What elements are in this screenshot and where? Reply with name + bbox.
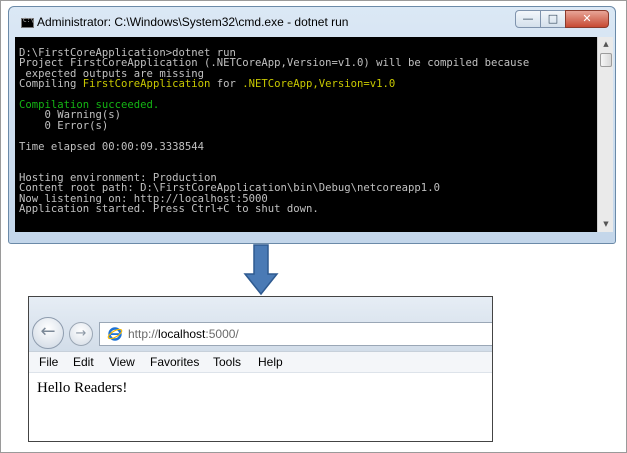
hello-text: Hello Readers! (37, 380, 128, 396)
console-text-segment: Application started. Press Ctrl+C to shu… (19, 203, 319, 216)
close-button[interactable]: ✕ (565, 10, 609, 28)
back-arrow-icon: ← (40, 321, 56, 342)
url-text[interactable]: http://localhost:5000/ (128, 327, 239, 341)
console-line: Time elapsed 00:00:09.3338544 (19, 140, 597, 153)
scrollbar-thumb[interactable] (600, 53, 612, 67)
console-text-segment: Time elapsed 00:00:09.3338544 (19, 140, 204, 153)
console-line: Compiling FirstCoreApplication for .NETC… (19, 78, 597, 91)
console-scrollbar[interactable]: ▲ ▼ (597, 37, 613, 232)
address-bar[interactable]: http://localhost:5000/ (99, 322, 492, 346)
menu-file[interactable]: File (39, 352, 58, 372)
menu-tools[interactable]: Tools (213, 352, 241, 372)
window-controls: — □ ✕ (515, 10, 609, 28)
console-output[interactable]: D:\FirstCoreApplication>dotnet run Projec… (15, 37, 597, 232)
menu-bar: File Edit View Favorites Tools Help (29, 351, 492, 373)
menu-favorites[interactable]: Favorites (150, 352, 199, 372)
internet-explorer-icon (107, 327, 123, 341)
console-text-segment: Compiling (19, 78, 83, 91)
forward-arrow-icon: → (75, 326, 87, 341)
console-line: Application started. Press Ctrl+C to shu… (19, 203, 597, 216)
scroll-down-arrow-icon[interactable]: ▼ (598, 217, 614, 232)
back-button[interactable]: ← (32, 317, 64, 349)
scroll-up-arrow-icon[interactable]: ▲ (598, 37, 614, 52)
console-text-segment: .NETCoreApp,Version=v1.0 (242, 78, 396, 91)
page-content: Hello Readers! (29, 374, 492, 441)
browser-toolbar: ← → http://localhost:5000/ (29, 297, 492, 351)
minimize-button[interactable]: — (515, 10, 541, 28)
console-text-segment: FirstCoreApplication (82, 78, 211, 91)
url-port-path: :5000/ (205, 327, 239, 341)
menu-edit[interactable]: Edit (73, 352, 94, 372)
menu-view[interactable]: View (109, 352, 135, 372)
url-host: localhost (158, 327, 206, 341)
url-scheme: http:// (128, 327, 159, 341)
cmd-window-title: Administrator: C:\Windows\System32\cmd.e… (37, 15, 349, 29)
down-arrow-icon (243, 244, 279, 296)
browser-window: ← → http://localhost:5000/ File Edit Vie… (28, 296, 493, 442)
console-line: 0 Error(s) (19, 119, 597, 132)
cmd-window: Administrator: C:\Windows\System32\cmd.e… (8, 6, 616, 244)
menu-help[interactable]: Help (258, 352, 283, 372)
forward-button[interactable]: → (69, 322, 93, 346)
console-text-segment: 0 Error(s) (19, 119, 109, 132)
console-text-segment: for (210, 78, 243, 91)
maximize-button[interactable]: □ (540, 10, 566, 28)
